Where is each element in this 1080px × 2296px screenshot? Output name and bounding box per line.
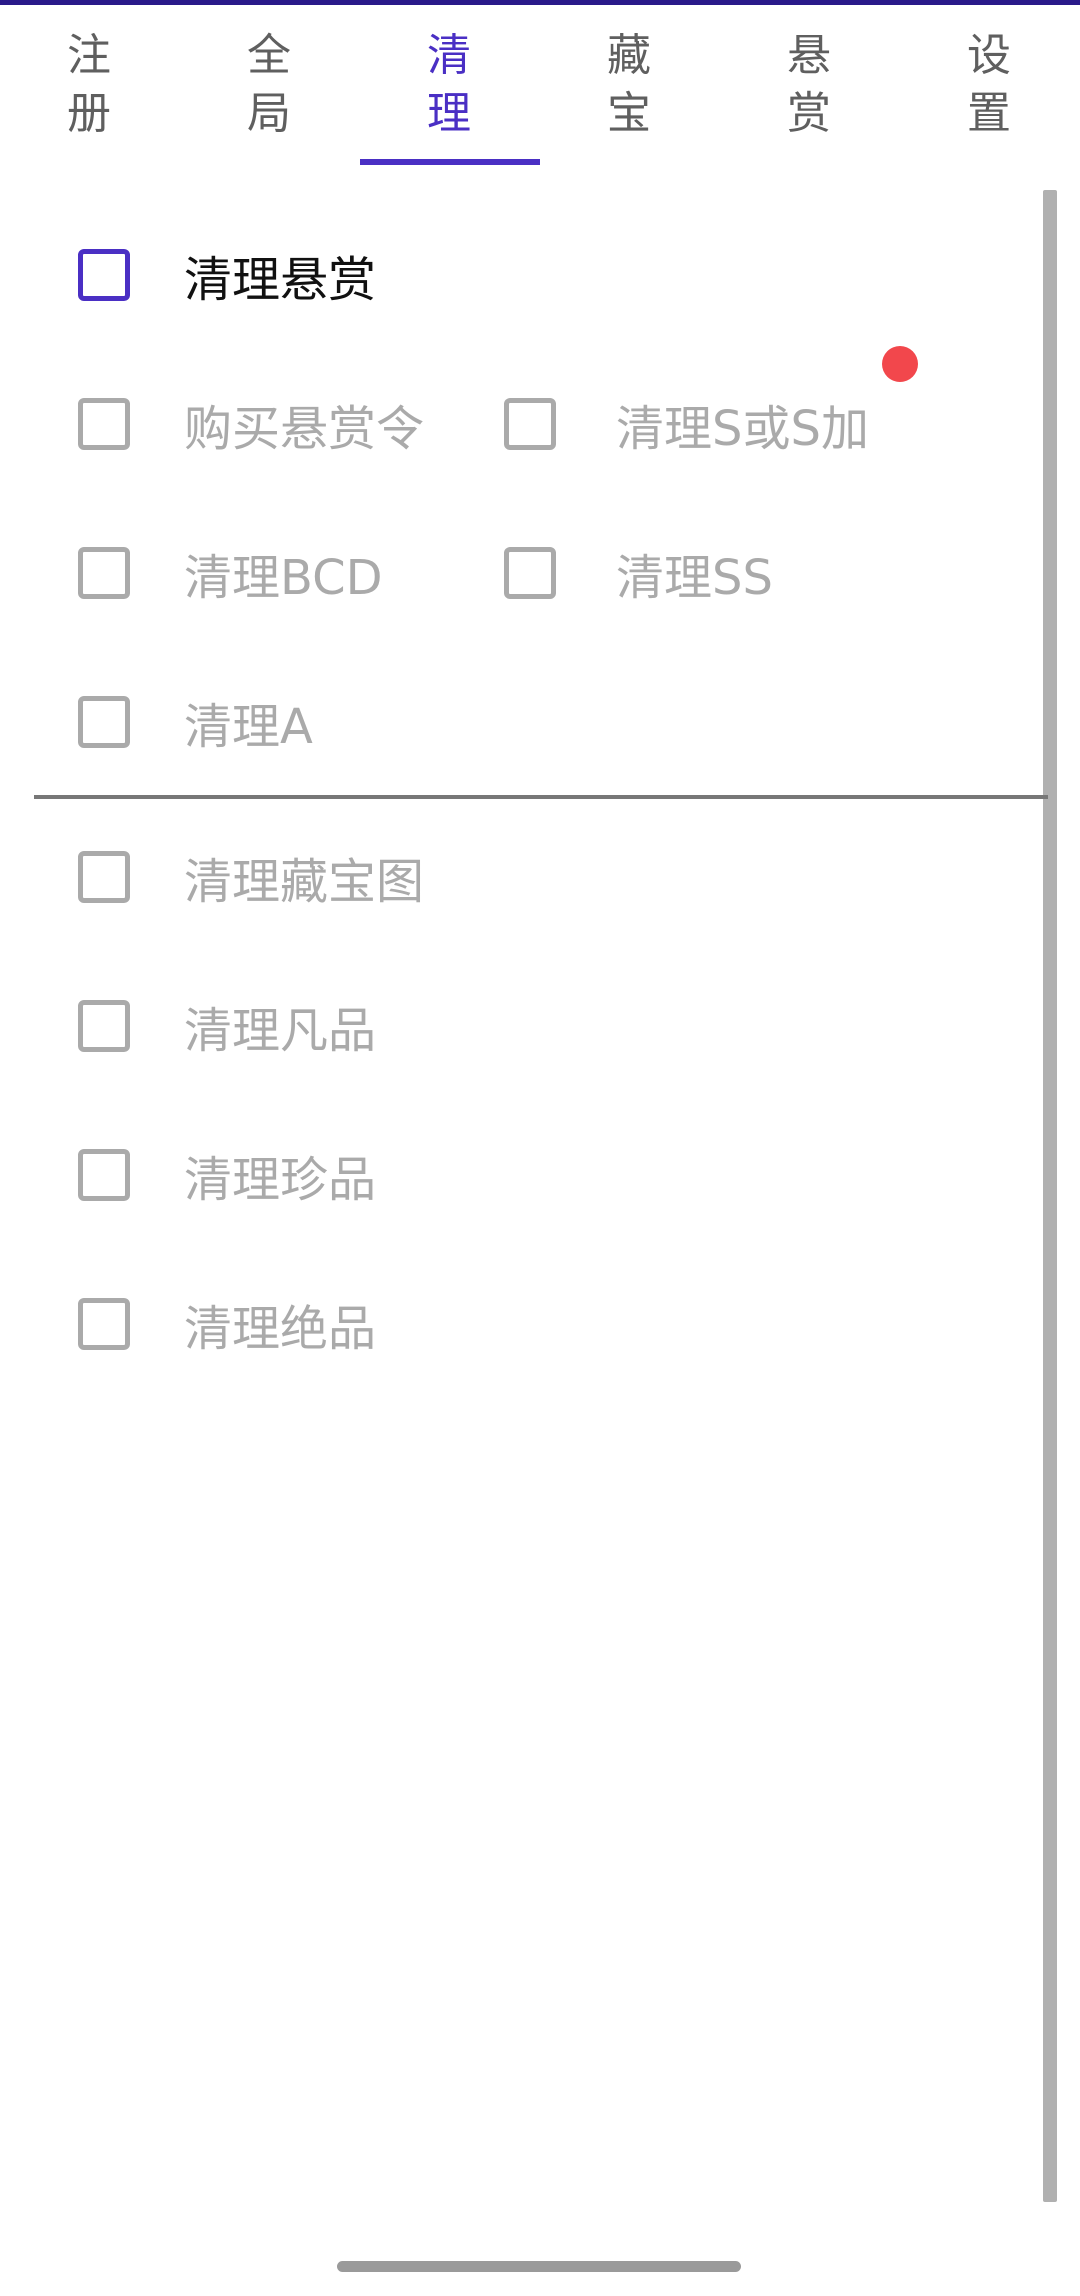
checkbox-box[interactable]: [504, 547, 556, 599]
tab-label: 注册: [67, 30, 113, 139]
clean-s-or-s-plus-checkbox[interactable]: 清理S或S加: [504, 369, 869, 479]
clean-rare-checkbox[interactable]: 清理珍品: [78, 1120, 376, 1230]
checkbox-label: 清理A: [184, 699, 313, 755]
tab-label: 藏宝: [607, 30, 653, 139]
tab-settings[interactable]: 设置: [900, 5, 1080, 165]
checkbox-label: 清理藏宝图: [184, 854, 425, 910]
tab-label: 悬赏: [787, 30, 833, 139]
checkbox-box[interactable]: [78, 1000, 130, 1052]
scrollbar[interactable]: [1043, 190, 1057, 2202]
checkbox-box[interactable]: [78, 851, 130, 903]
clean-treasure-map-checkbox[interactable]: 清理藏宝图: [78, 822, 424, 932]
checkbox-box[interactable]: [78, 398, 130, 450]
checkbox-box[interactable]: [78, 547, 130, 599]
checkbox-label: 清理悬赏: [184, 252, 377, 308]
buy-bounty-order-checkbox[interactable]: 购买悬赏令: [78, 369, 424, 479]
tab-clean[interactable]: 清理: [360, 5, 540, 165]
clean-bounty-checkbox[interactable]: 清理悬赏: [78, 220, 376, 330]
tab-register[interactable]: 注册: [0, 5, 180, 165]
checkbox-box[interactable]: [78, 1298, 130, 1350]
checkbox-label: 清理SS: [616, 550, 773, 606]
checkbox-box[interactable]: [504, 398, 556, 450]
tab-treasure[interactable]: 藏宝: [540, 5, 720, 165]
tab-label: 设置: [967, 30, 1013, 139]
notification-dot: [882, 346, 918, 382]
checkbox-label: 清理S或S加: [616, 401, 869, 457]
section-divider: [34, 795, 1048, 799]
checkbox-label: 购买悬赏令: [184, 401, 425, 457]
tab-global[interactable]: 全局: [180, 5, 360, 165]
tab-label: 全局: [247, 30, 293, 139]
checkbox-box[interactable]: [78, 1149, 130, 1201]
checkbox-label: 清理凡品: [184, 1003, 377, 1059]
tab-label: 清理: [427, 30, 473, 139]
checkbox-box[interactable]: [78, 249, 130, 301]
home-indicator[interactable]: [337, 2261, 741, 2272]
clean-a-checkbox[interactable]: 清理A: [78, 667, 313, 777]
clean-legendary-checkbox[interactable]: 清理绝品: [78, 1269, 376, 1379]
checkbox-label: 清理珍品: [184, 1152, 377, 1208]
tab-bar: 注册 全局 清理 藏宝 悬赏 设置: [0, 5, 1080, 165]
clean-bcd-checkbox[interactable]: 清理BCD: [78, 518, 383, 628]
clean-ss-checkbox[interactable]: 清理SS: [504, 518, 773, 628]
tab-bounty[interactable]: 悬赏: [720, 5, 900, 165]
clean-settings-screen: 注册 全局 清理 藏宝 悬赏 设置 清理悬赏 购买悬赏令 清理S或S加 清理BC…: [0, 0, 1080, 2296]
checkbox-box[interactable]: [78, 696, 130, 748]
clean-common-checkbox[interactable]: 清理凡品: [78, 971, 376, 1081]
checkbox-label: 清理绝品: [184, 1301, 377, 1357]
checkbox-label: 清理BCD: [184, 550, 383, 606]
